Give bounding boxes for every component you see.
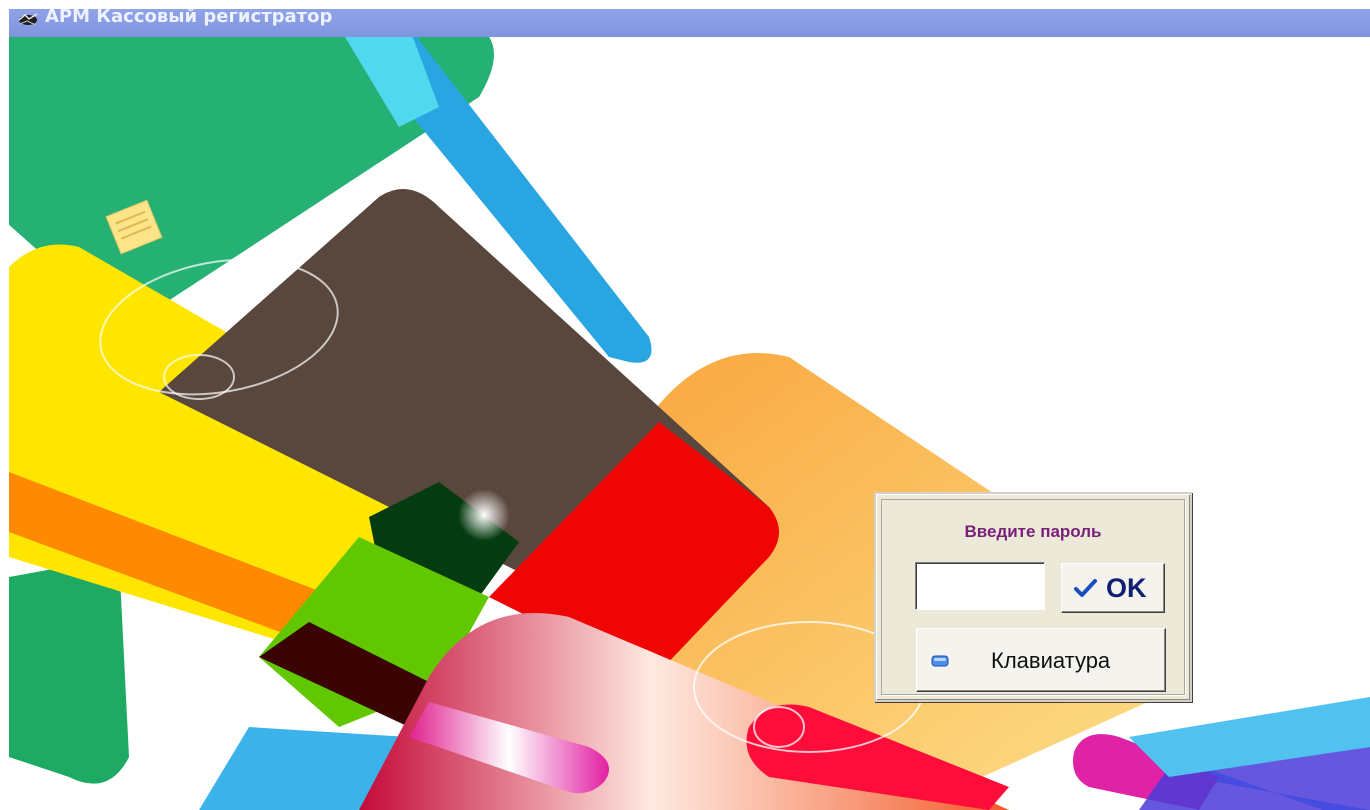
checkmark-icon [1074, 579, 1097, 597]
ok-button-label: OK [1106, 573, 1147, 603]
dialog-frame: Введите пароль OK Клавиатура [881, 499, 1185, 695]
keyboard-button[interactable]: Клавиатура [916, 628, 1166, 692]
password-dialog: Введите пароль OK Клавиатура [874, 492, 1192, 702]
ok-button[interactable]: OK [1061, 563, 1165, 613]
password-input[interactable] [915, 562, 1045, 610]
title-bar[interactable]: АРМ Кассовый регистратор [9, 9, 1370, 37]
window-left-border [0, 0, 9, 810]
window-title: АРМ Кассовый регистратор [45, 9, 333, 27]
application-window: АРМ Кассовый регистратор Введите пароль … [0, 0, 1370, 810]
keyboard-icon [931, 655, 949, 667]
keyboard-button-label: Клавиатура [991, 648, 1111, 673]
dialog-title: Введите пароль [964, 522, 1102, 541]
app-logo-icon [18, 13, 38, 26]
